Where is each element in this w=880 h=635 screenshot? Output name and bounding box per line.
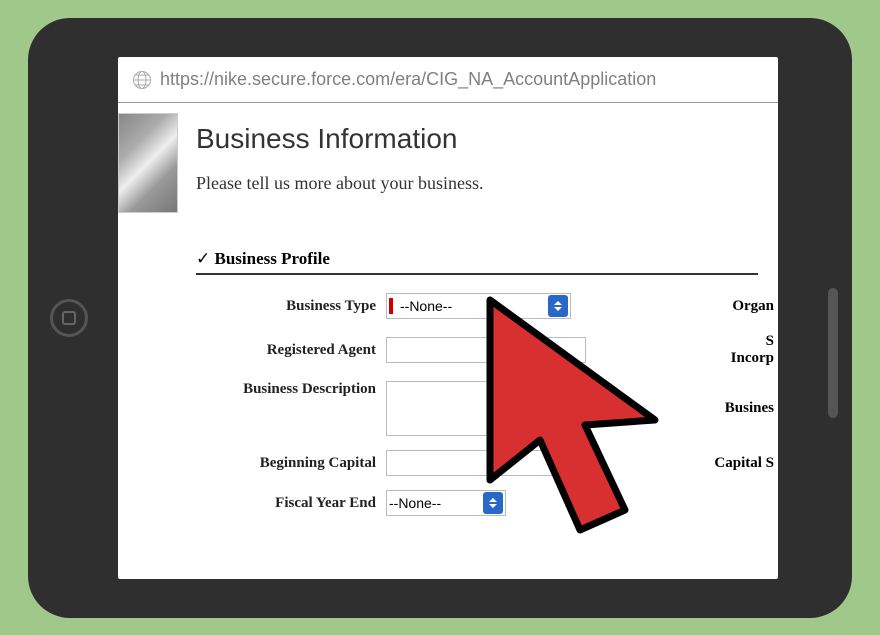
business-type-label: Business Type: [196, 298, 376, 315]
url-bar: https://nike.secure.force.com/era/CIG_NA…: [118, 57, 778, 103]
form-grid: Business Type --None-- Organ Registered …: [196, 293, 778, 516]
scroll-indicator[interactable]: [828, 288, 838, 418]
globe-icon: [132, 70, 152, 90]
business-description-label: Business Description: [196, 381, 376, 398]
fiscal-year-end-select[interactable]: --None--: [386, 490, 506, 516]
home-icon: [62, 311, 76, 325]
page-title: Business Information: [196, 123, 778, 155]
registered-agent-label: Registered Agent: [196, 342, 376, 359]
side-thumbnail-image: [118, 113, 178, 213]
busines-label-partial: Busines: [596, 400, 778, 417]
page-subtitle: Please tell us more about your business.: [196, 173, 778, 194]
required-indicator: [389, 298, 393, 314]
fiscal-year-end-value: --None--: [387, 495, 483, 511]
home-button[interactable]: [50, 299, 88, 337]
capital-s-label-partial: Capital S: [596, 455, 778, 472]
tablet-device-frame: https://nike.secure.force.com/era/CIG_NA…: [28, 18, 852, 618]
url-text[interactable]: https://nike.secure.force.com/era/CIG_NA…: [160, 69, 656, 90]
beginning-capital-label: Beginning Capital: [196, 455, 376, 472]
business-type-value: --None--: [398, 298, 548, 314]
s-label-partial: S: [596, 333, 778, 350]
registered-agent-input[interactable]: [386, 337, 586, 363]
organization-label-partial: Organ: [596, 298, 778, 315]
section-header: Business Profile: [196, 249, 758, 275]
dropdown-arrow-icon: [548, 295, 568, 317]
fiscal-year-end-label: Fiscal Year End: [196, 495, 376, 512]
beginning-capital-input[interactable]: [386, 450, 561, 476]
screen-content: https://nike.secure.force.com/era/CIG_NA…: [118, 57, 778, 579]
business-type-select[interactable]: --None--: [386, 293, 571, 319]
business-description-input[interactable]: [386, 381, 586, 436]
main-content: Business Information Please tell us more…: [178, 113, 778, 577]
content-area: Business Information Please tell us more…: [118, 103, 778, 577]
dropdown-arrow-icon: [483, 492, 503, 514]
incorp-label-partial: Incorp: [596, 350, 778, 367]
